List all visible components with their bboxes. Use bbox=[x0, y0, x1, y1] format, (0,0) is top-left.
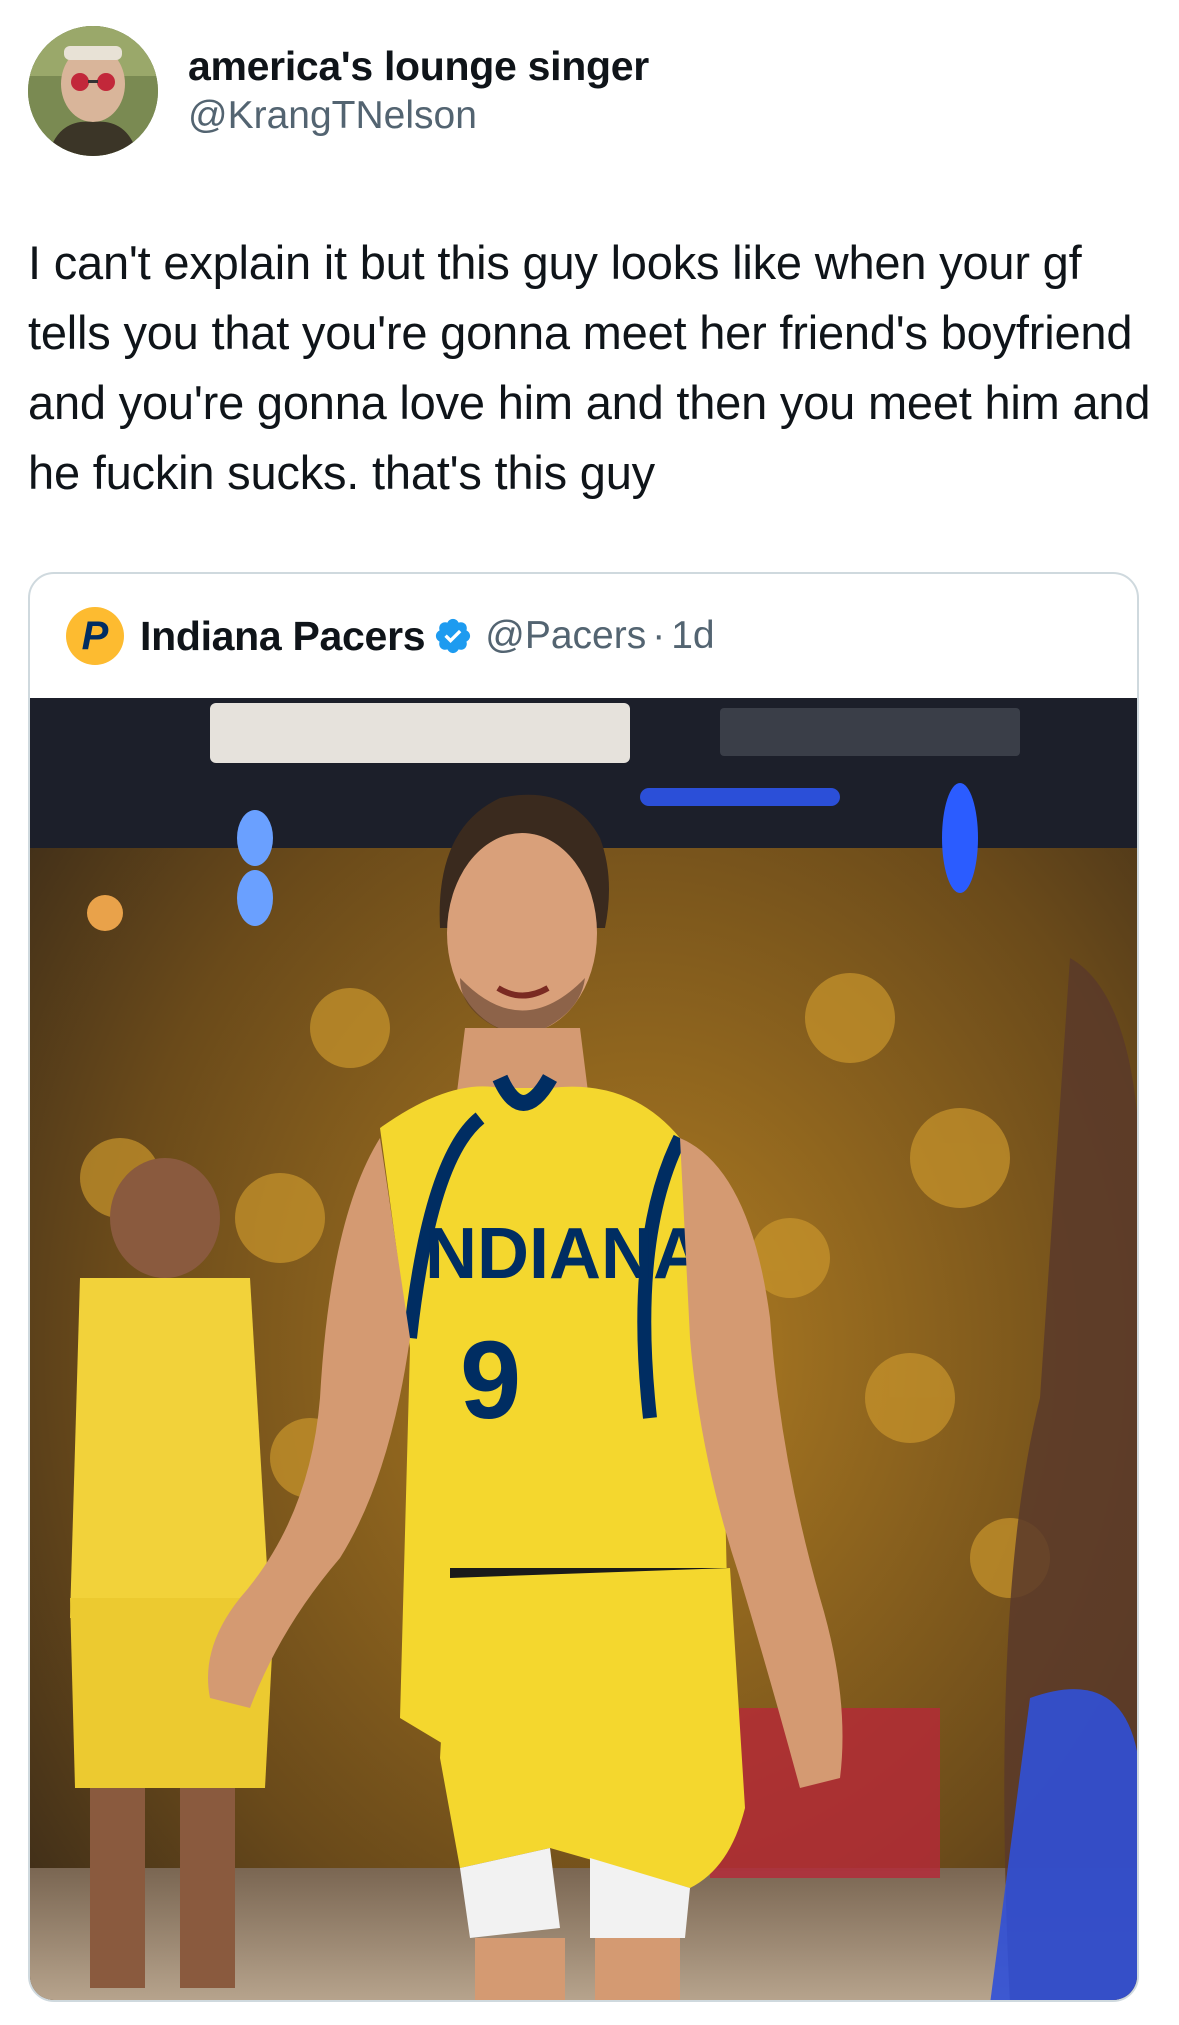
author-avatar[interactable] bbox=[28, 26, 158, 156]
timestamp-separator: · bbox=[652, 614, 666, 657]
quoted-tweet-photo[interactable]: NDIANA 9 bbox=[30, 698, 1137, 2000]
tweet-text: I can't explain it but this guy looks li… bbox=[28, 236, 1151, 499]
quoted-author-handle[interactable]: @Pacers bbox=[485, 614, 646, 658]
jersey-number: 9 bbox=[460, 1319, 521, 1442]
pacers-logo-letter: P bbox=[81, 614, 109, 658]
jersey-wordmark: NDIANA bbox=[425, 1214, 705, 1294]
quoted-tweet-timestamp[interactable]: 1d bbox=[671, 614, 714, 658]
author-handle[interactable]: @KrangTNelson bbox=[188, 91, 649, 141]
verified-badge-icon bbox=[436, 618, 471, 654]
pacers-logo-avatar[interactable]: P bbox=[66, 607, 124, 665]
author-name[interactable]: america's lounge singer bbox=[188, 41, 649, 91]
quoted-author-name[interactable]: Indiana Pacers bbox=[140, 613, 426, 660]
quoted-tweet-card[interactable]: P Indiana Pacers @Pacers · 1d NDIANA 9 bbox=[28, 572, 1139, 2002]
quoted-tweet-header: P Indiana Pacers @Pacers · 1d bbox=[30, 574, 1137, 698]
tweet-header: america's lounge singer @KrangTNelson bbox=[28, 26, 649, 156]
